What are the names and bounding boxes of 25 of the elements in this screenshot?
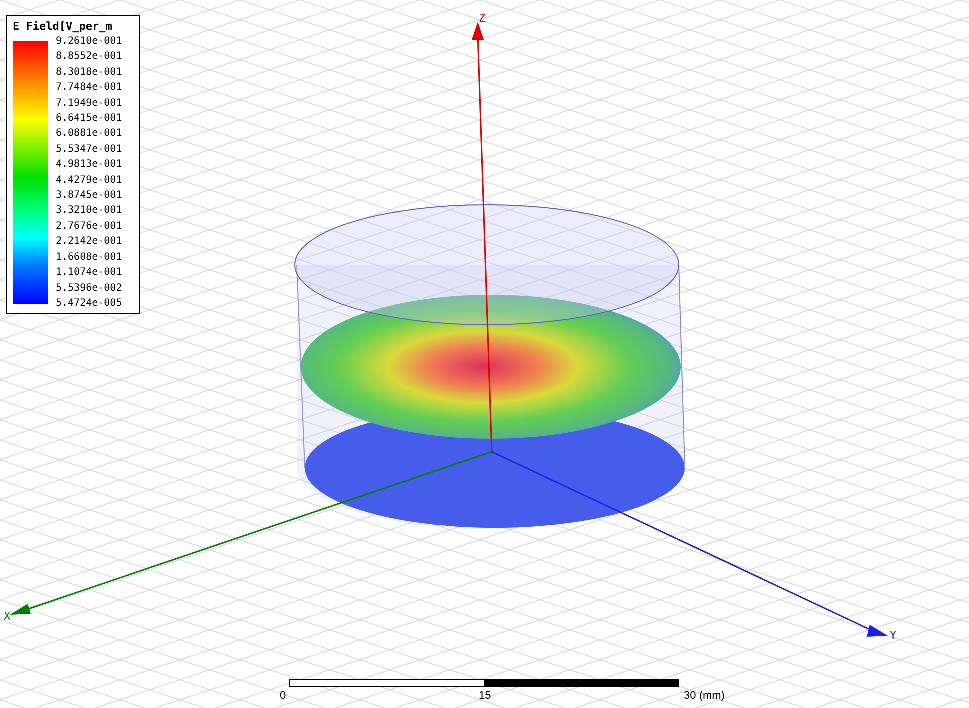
scale-label: 0: [280, 690, 286, 702]
scale-label: 15: [478, 690, 492, 702]
legend-value: 3.8745e-001: [56, 190, 122, 202]
legend-value: 8.3018e-001: [56, 66, 122, 78]
legend-value: 4.9813e-001: [56, 159, 122, 170]
scale-label: 30 (mm): [684, 690, 725, 702]
legend-value: 2.2142e-001: [56, 236, 122, 248]
axis-label: X: [4, 610, 11, 623]
legend-value: 1.6608e-001: [56, 252, 122, 263]
legend-value: 7.7484e-001: [56, 82, 122, 94]
legend-value: 6.6415e-001: [56, 113, 122, 124]
legend-value: 3.3210e-001: [56, 205, 122, 216]
legend-value: 5.5347e-001: [56, 144, 122, 155]
axis-label: Y: [890, 629, 897, 642]
axis-label: Z: [479, 12, 486, 25]
legend-value: 2.7676e-001: [56, 220, 122, 232]
legend-value: 4.4279e-001: [56, 174, 122, 186]
legend-title: E Field[V_per_m: [13, 20, 114, 33]
legend-value: 6.0881e-001: [56, 128, 122, 140]
legend-value: 8.8552e-001: [56, 51, 122, 62]
legend-value: 9.2610e-001: [56, 36, 122, 47]
legend-value: 5.5396e-002: [56, 282, 122, 294]
legend-value: 5.4724e-005: [56, 298, 122, 309]
legend-value: 1.1074e-001: [56, 267, 122, 278]
legend-value: 7.1949e-001: [56, 98, 122, 109]
